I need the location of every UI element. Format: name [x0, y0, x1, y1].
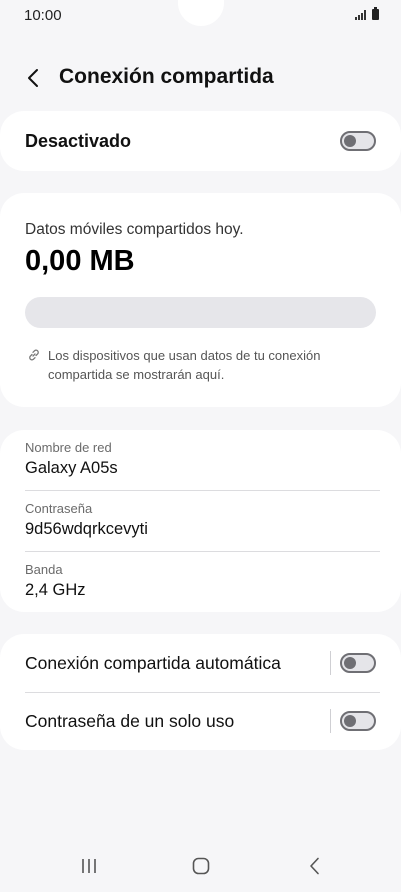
usage-value: 0,00 MB — [25, 245, 135, 277]
hotspot-toggle[interactable] — [340, 131, 376, 151]
usage-label: Datos móviles compartidos hoy. — [25, 221, 244, 238]
network-name-label: Nombre de red — [25, 440, 112, 455]
divider — [25, 490, 380, 491]
vertical-separator — [330, 651, 331, 675]
password-field[interactable]: Contraseña 9d56wdqrkcevyti — [25, 501, 380, 539]
vertical-separator — [330, 709, 331, 733]
link-icon — [29, 349, 39, 361]
back-button[interactable] — [22, 64, 48, 92]
network-info-card: Nombre de red Galaxy A05s Contraseña 9d5… — [0, 430, 401, 612]
band-field[interactable]: Banda 2,4 GHz — [25, 562, 380, 600]
auto-hotspot-toggle[interactable] — [340, 653, 376, 673]
status-icons — [355, 7, 379, 20]
app-header: Conexión compartida — [0, 60, 401, 96]
auto-hotspot-row[interactable]: Conexión compartida automática — [0, 634, 401, 693]
toggle-knob — [344, 657, 356, 669]
nav-back-button[interactable] — [302, 854, 328, 878]
navigation-bar — [0, 840, 401, 892]
password-label: Contraseña — [25, 501, 93, 516]
back-icon — [310, 857, 319, 875]
usage-progress-bar — [25, 297, 376, 328]
band-label: Banda — [25, 562, 63, 577]
auto-hotspot-label: Conexión compartida automática — [25, 653, 281, 673]
password-value: 9d56wdqrkcevyti — [25, 520, 148, 538]
status-time: 10:00 — [24, 7, 62, 24]
one-time-password-toggle[interactable] — [340, 711, 376, 731]
page-title: Conexión compartida — [59, 65, 274, 88]
main-toggle-label: Desactivado — [25, 131, 132, 151]
one-time-password-label: Contraseña de un solo uso — [25, 711, 235, 731]
home-icon — [192, 857, 210, 875]
band-value: 2,4 GHz — [25, 581, 86, 599]
home-button[interactable] — [188, 854, 214, 878]
divider — [25, 551, 380, 552]
usage-info-text: Los dispositivos que usan datos de tu co… — [48, 348, 321, 382]
chevron-left-icon — [28, 69, 38, 87]
status-bar: 10:00 — [0, 0, 401, 30]
recent-apps-button[interactable] — [76, 854, 102, 878]
toggle-knob — [344, 715, 356, 727]
network-name-value: Galaxy A05s — [25, 459, 118, 477]
toggle-knob — [344, 135, 356, 147]
one-time-password-row[interactable]: Contraseña de un solo uso — [0, 692, 401, 750]
usage-card: Datos móviles compartidos hoy. 0,00 MB L… — [0, 193, 401, 407]
network-name-field[interactable]: Nombre de red Galaxy A05s — [25, 440, 380, 478]
battery-icon — [372, 7, 379, 20]
options-card: Conexión compartida automática Contraseñ… — [0, 634, 401, 750]
main-toggle-card[interactable]: Desactivado — [0, 111, 401, 171]
camera-notch — [178, 0, 224, 26]
recent-apps-icon — [82, 859, 96, 873]
signal-icon — [355, 10, 366, 20]
